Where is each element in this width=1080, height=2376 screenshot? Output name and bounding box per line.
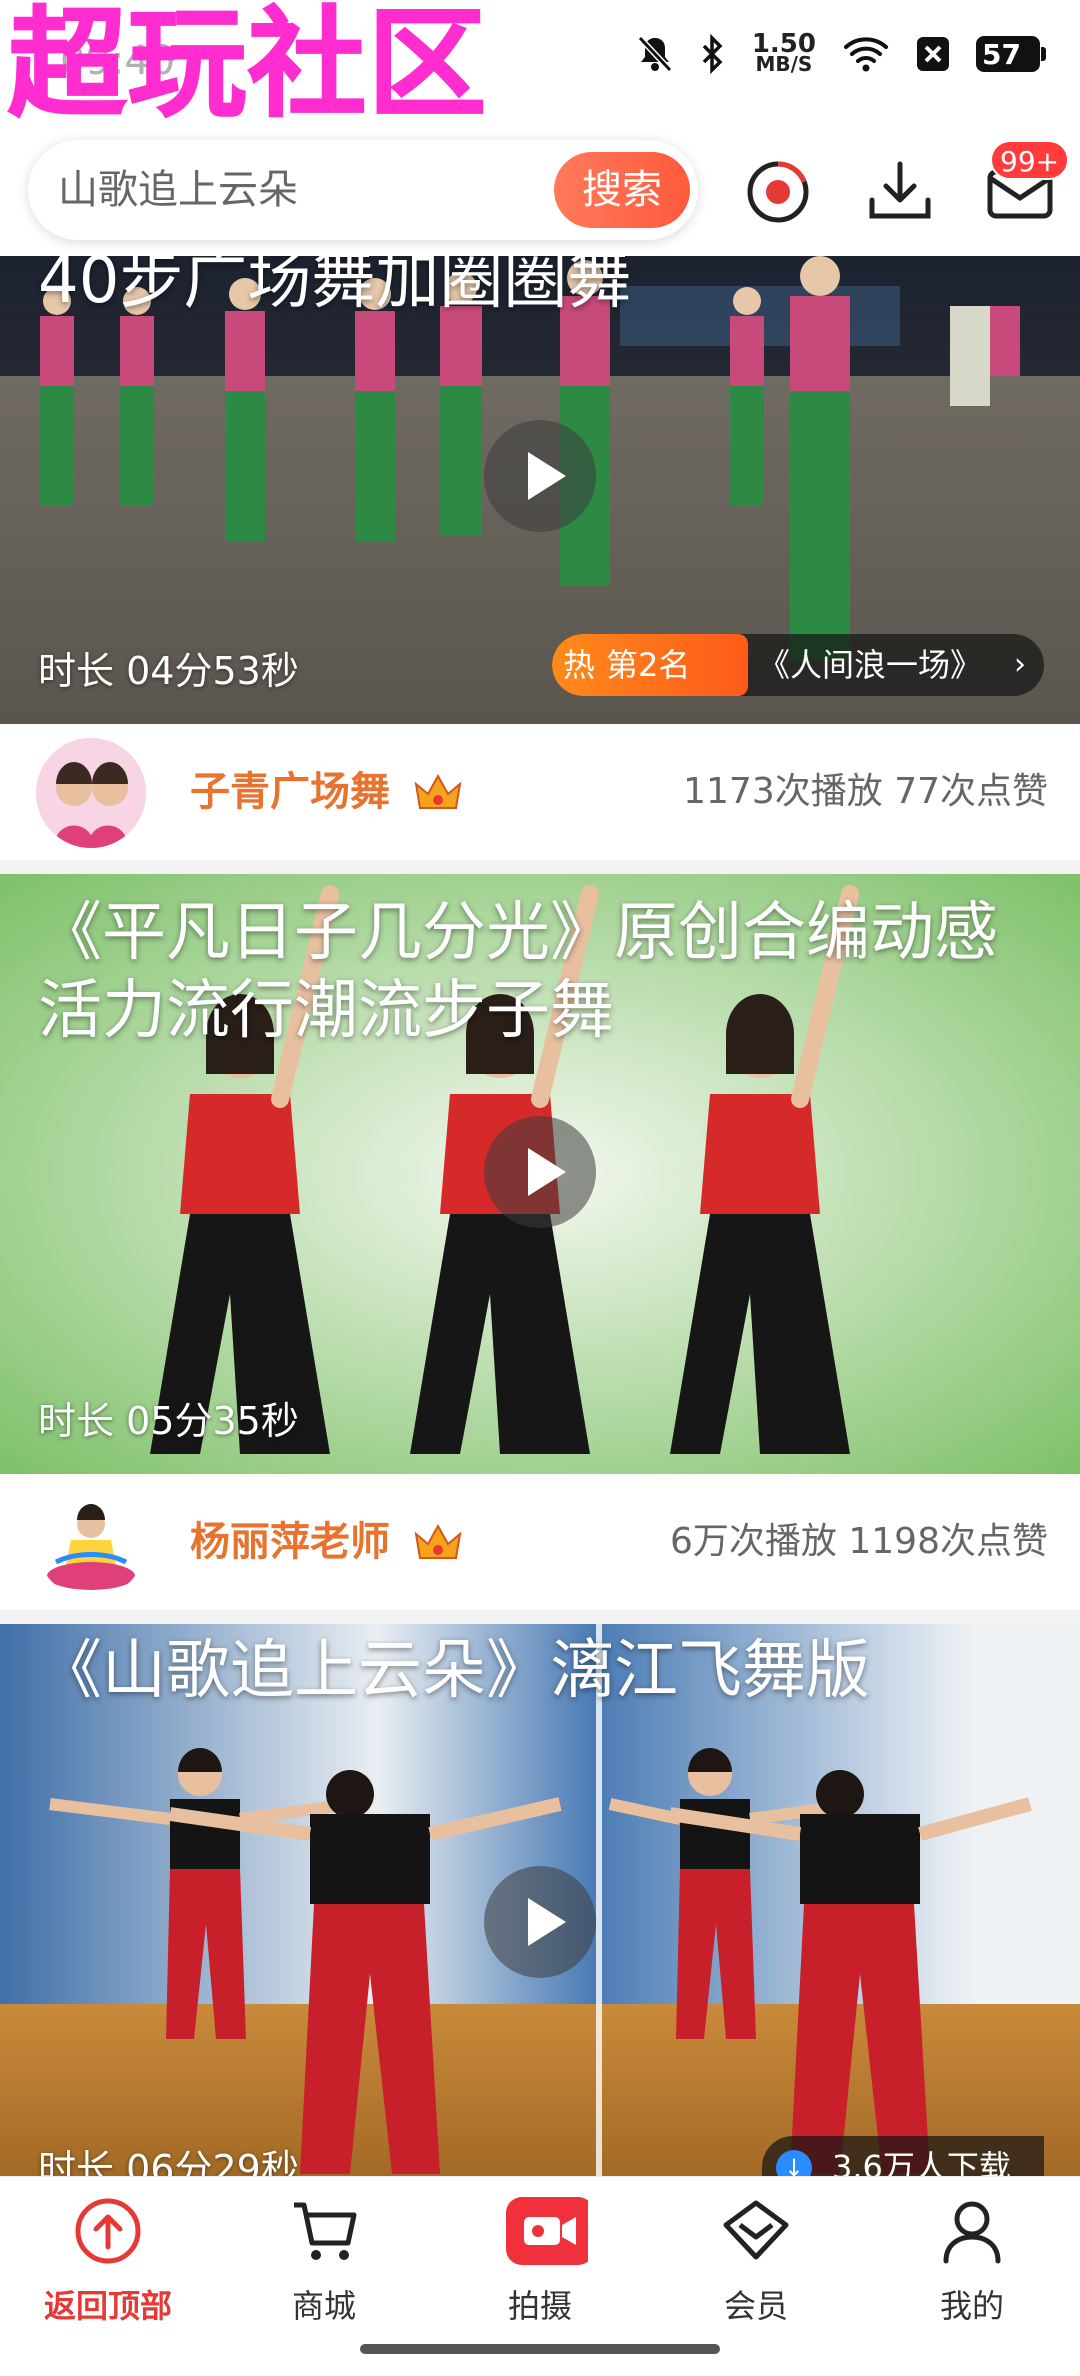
nav-label: 商城 <box>291 2287 356 2325</box>
net-speed: 1.50 MB/S <box>751 29 816 76</box>
crown-icon <box>414 773 462 809</box>
search-input[interactable]: 山歌追上云朵 搜索 <box>28 140 698 240</box>
status-bar: 09:40 1.50 MB/S 57 超玩社区 <box>0 0 1080 134</box>
x-app-icon <box>917 37 949 71</box>
video-duration: 时长 06分29秒 <box>38 2147 299 2176</box>
video-duration: 时长 05分35秒 <box>38 1399 299 1443</box>
video-duration: 时长 04分53秒 <box>38 649 299 693</box>
home-indicator[interactable] <box>360 2344 720 2354</box>
nav-label: 返回顶部 <box>43 2287 172 2325</box>
diamond-icon <box>723 2200 789 2260</box>
camera-icon <box>506 2197 588 2265</box>
status-icons: 1.50 MB/S 57 <box>636 29 1046 76</box>
avatar[interactable] <box>36 1488 146 1598</box>
video-card[interactable]: 40步广场舞加圈圈舞 时长 04分53秒 热第2名 《人间浪一场》 › <box>0 256 1080 724</box>
cart-icon <box>294 2202 357 2260</box>
bluetooth-icon <box>702 34 723 74</box>
back-to-top-icon <box>75 2198 141 2264</box>
watermark: 超玩社区 <box>7 0 489 134</box>
nav-label: 我的 <box>939 2287 1004 2325</box>
video-stats: 6万次播放 1198次点赞 <box>670 1521 1048 1562</box>
download-arrow-icon: ↓ <box>776 2150 812 2176</box>
search-header: 山歌追上云朵 搜索 99+ <box>0 130 1080 256</box>
nav-shoot[interactable]: 拍摄 <box>432 2193 648 2327</box>
nav-profile[interactable]: 我的 <box>864 2193 1080 2327</box>
divider <box>0 1610 1080 1624</box>
rank-song-title: 《人间浪一场》 <box>758 646 983 684</box>
nav-label: 拍摄 <box>507 2287 572 2325</box>
author-row[interactable]: 杨丽萍老师 6万次播放 1198次点赞 <box>0 1474 1080 1610</box>
nav-label: 会员 <box>723 2287 788 2325</box>
crown-icon <box>414 1523 462 1559</box>
play-button[interactable] <box>484 1116 596 1228</box>
play-button[interactable] <box>484 1866 596 1978</box>
video-thumbnail[interactable]: 《平凡日子几分光》原创合编动感活力流行潮流步子舞 时长 05分35秒 <box>0 874 1080 1474</box>
avatar[interactable] <box>36 738 146 848</box>
video-card[interactable]: 《山歌追上云朵》漓江飞舞版 时长 06分29秒 ↓ 3.6万人下载 <box>0 1624 1080 2176</box>
nav-member[interactable]: 会员 <box>648 2193 864 2327</box>
nav-mall[interactable]: 商城 <box>216 2193 432 2327</box>
search-placeholder: 山歌追上云朵 <box>58 167 298 213</box>
hot-rank-badge: 热第2名 <box>552 634 748 696</box>
user-icon <box>943 2201 1001 2264</box>
mute-bell-icon <box>637 35 673 73</box>
author-name[interactable]: 子青广场舞 <box>190 724 390 860</box>
video-card[interactable]: 《平凡日子几分光》原创合编动感活力流行潮流步子舞 时长 05分35秒 <box>0 874 1080 1474</box>
nav-back-to-top[interactable]: 返回顶部 <box>0 2193 216 2327</box>
divider <box>0 860 1080 874</box>
battery-icon: 57 <box>976 36 1046 72</box>
mail-badge: 99+ <box>990 140 1070 180</box>
download-count-pill[interactable]: ↓ 3.6万人下载 <box>762 2136 1044 2176</box>
video-title: 40步广场舞加圈圈舞 <box>38 256 632 318</box>
search-button[interactable]: 搜索 <box>554 152 690 228</box>
video-title: 《平凡日子几分光》原创合编动感活力流行潮流步子舞 <box>38 896 998 1048</box>
author-row[interactable]: 子青广场舞 1173次播放 77次点赞 <box>0 724 1080 860</box>
author-name[interactable]: 杨丽萍老师 <box>190 1474 390 1610</box>
video-stats: 1173次播放 77次点赞 <box>683 771 1048 812</box>
video-thumbnail[interactable]: 《山歌追上云朵》漓江飞舞版 时长 06分29秒 ↓ 3.6万人下载 <box>0 1624 1080 2176</box>
video-title: 《山歌追上云朵》漓江飞舞版 <box>38 1634 870 1708</box>
download-icon[interactable] <box>862 154 938 230</box>
hot-rank-pill[interactable]: 热第2名 《人间浪一场》 › <box>552 634 1044 696</box>
music-disc-icon[interactable] <box>740 154 816 230</box>
wifi-icon <box>844 37 888 72</box>
video-thumbnail[interactable]: 40步广场舞加圈圈舞 时长 04分53秒 热第2名 《人间浪一场》 › <box>0 256 1080 724</box>
play-button[interactable] <box>484 420 596 532</box>
fire-icon: 热 <box>562 646 595 684</box>
chevron-right-icon: › <box>1014 647 1026 682</box>
